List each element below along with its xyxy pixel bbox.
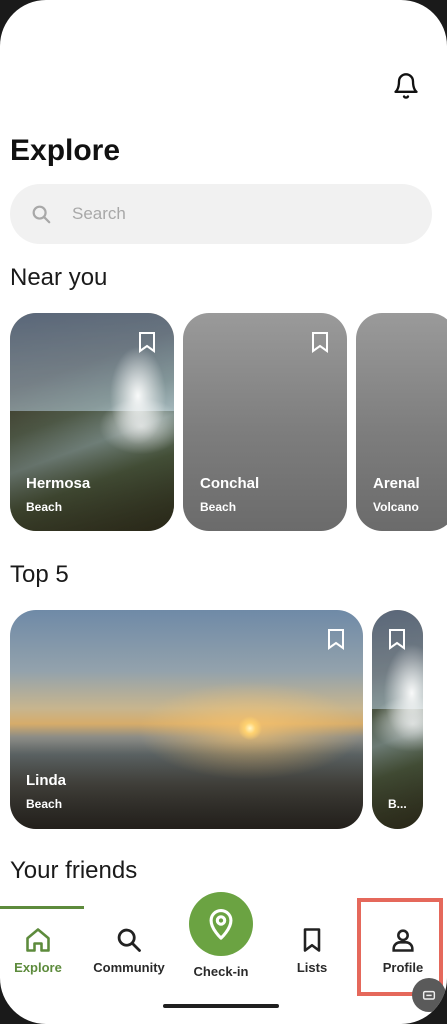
- bookmark-icon[interactable]: [137, 331, 157, 353]
- home-indicator[interactable]: [163, 1004, 279, 1008]
- place-card-name: Arenal: [373, 475, 420, 492]
- screenshot-icon: [422, 990, 436, 1000]
- bookmark-icon[interactable]: [387, 628, 407, 650]
- nav-item-lists[interactable]: Lists: [267, 926, 357, 975]
- search-input[interactable]: [72, 204, 372, 224]
- bookmark-icon: [303, 928, 321, 952]
- nav-label: Community: [93, 960, 165, 975]
- place-card-hermosa[interactable]: Hermosa Beach: [10, 313, 174, 531]
- search-icon: [117, 928, 141, 952]
- place-card-name: Hermosa: [26, 475, 91, 492]
- app-screen: Explore Near you Hermosa Beach Conchal B…: [0, 0, 447, 1024]
- bookmark-icon[interactable]: [326, 628, 346, 650]
- page-title: Explore: [10, 134, 121, 167]
- nav-label: Lists: [296, 960, 328, 975]
- notification-bell-icon[interactable]: [392, 72, 420, 100]
- nav-label: Explore: [14, 960, 62, 975]
- section-title-near-you: Near you: [10, 264, 108, 291]
- place-card-type: Beach: [26, 500, 63, 514]
- nav-item-community[interactable]: Community: [84, 926, 174, 975]
- section-title-your-friends: Your friends: [10, 857, 138, 884]
- place-card-type: Beach: [26, 797, 63, 811]
- place-card-type: Beach: [200, 500, 237, 514]
- place-card-arenal[interactable]: Arenal Volcano: [356, 313, 447, 531]
- search-icon: [32, 205, 51, 224]
- floating-action-button[interactable]: [412, 978, 446, 1012]
- section-title-top-5: Top 5: [10, 561, 69, 588]
- nav-active-indicator: [0, 906, 84, 909]
- place-card-conchal[interactable]: Conchal Beach: [183, 313, 347, 531]
- search-bar[interactable]: [10, 184, 432, 244]
- location-pin-icon: [209, 908, 233, 940]
- place-card-type: B...: [388, 797, 407, 811]
- place-card-linda[interactable]: Linda Beach: [10, 610, 363, 829]
- place-card-type: Volcano: [373, 500, 419, 514]
- place-card-name: Conchal: [200, 475, 260, 492]
- place-card-name: Linda: [26, 772, 66, 789]
- bookmark-icon[interactable]: [310, 331, 330, 353]
- nav-item-explore[interactable]: Explore: [0, 926, 83, 975]
- check-in-button[interactable]: [189, 892, 253, 956]
- nav-label-check-in: Check-in: [193, 964, 249, 979]
- place-card-top5-second[interactable]: B...: [372, 610, 423, 829]
- home-icon: [26, 928, 50, 952]
